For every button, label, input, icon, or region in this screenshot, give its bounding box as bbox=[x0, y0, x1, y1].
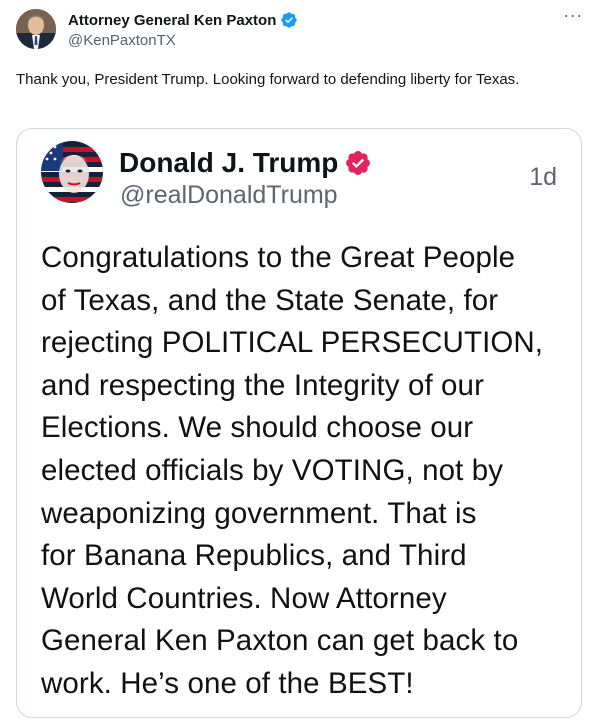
quoted-post-body: Congratulations to the Great People of T… bbox=[41, 237, 571, 706]
author-avatar-image bbox=[16, 9, 56, 49]
quoted-body-line: Congratulations to the Great People bbox=[41, 241, 516, 274]
tweet-text: Thank you, President Trump. Looking forw… bbox=[16, 71, 520, 88]
tweet: Attorney General Ken Paxton @KenPaxtonTX… bbox=[0, 0, 598, 724]
quoted-body-line: for Banana Republics, and Third bbox=[41, 539, 467, 573]
quoted-body-line: elected officials by VOTING, not by bbox=[41, 453, 504, 487]
quoted-author-name: Donald J. Trump bbox=[119, 147, 339, 178]
quoted-post-image[interactable]: Donald J. Trump @realDonaldTrump 1d Cong… bbox=[16, 128, 582, 718]
quoted-author-handle: @realDonaldTrump bbox=[120, 181, 338, 209]
quoted-body-line: World Countries. Now Attorney bbox=[41, 581, 447, 615]
quoted-body-line: Elections. We should choose our bbox=[41, 411, 474, 445]
verified-badge-icon bbox=[280, 11, 298, 29]
quoted-body-line: General Ken Paxton can get back to bbox=[41, 624, 519, 658]
more-options-icon[interactable]: ··· bbox=[562, 6, 584, 28]
author-info: Attorney General Ken Paxton @KenPaxtonTX bbox=[68, 10, 298, 49]
quoted-body-line: work. He’s one of the BEST! bbox=[41, 666, 414, 700]
quoted-avatar bbox=[41, 141, 103, 203]
quoted-verified-badge-icon bbox=[344, 149, 372, 177]
quoted-body-line: of Texas, and the State Senate, for bbox=[41, 283, 499, 317]
quoted-body-line: weaponizing government. That is bbox=[41, 496, 477, 530]
quoted-body-line: rejecting POLITICAL PERSECUTION, bbox=[41, 326, 544, 360]
quoted-body-line: and respecting the Integrity of our bbox=[41, 368, 484, 402]
author-avatar[interactable] bbox=[16, 9, 56, 49]
quoted-timestamp: 1d bbox=[529, 163, 557, 191]
author-name[interactable]: Attorney General Ken Paxton bbox=[68, 12, 276, 29]
author-handle[interactable]: @KenPaxtonTX bbox=[68, 32, 298, 49]
